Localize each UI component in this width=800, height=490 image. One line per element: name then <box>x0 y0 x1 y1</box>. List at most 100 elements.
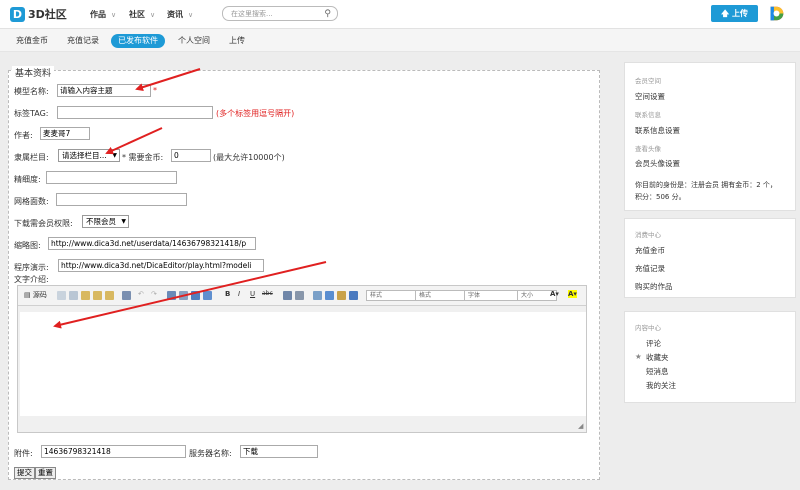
messages-link[interactable]: 短消息 <box>646 366 669 377</box>
following-link[interactable]: 我的关注 <box>646 380 676 391</box>
print-icon[interactable] <box>122 291 131 300</box>
editor-toolbar: ▤ 源码 ↶ ↷ B I U abc 样式 格式 字体 大小 A▾ A▾ <box>18 286 586 306</box>
table-icon[interactable] <box>283 291 292 300</box>
logo-text: 3D社区 <box>28 8 67 21</box>
dropdown-arrow-icon: ▼ <box>112 152 117 159</box>
underline-icon[interactable]: U <box>250 290 255 298</box>
fieldset-legend: 基本资料 <box>12 66 55 79</box>
find-icon[interactable] <box>167 291 176 300</box>
precision-input[interactable] <box>46 171 177 184</box>
consumption-heading: 消费中心 <box>635 231 661 239</box>
required-mark: * <box>153 86 157 95</box>
coins-hint: (最大允许10000个) <box>213 153 285 162</box>
italic-icon[interactable]: I <box>238 290 240 298</box>
faces-label: 网格面数: <box>14 197 49 206</box>
category-select-value: 请选择栏目... <box>62 151 107 160</box>
demo-input[interactable]: http://www.dica3d.net/DicaEditor/play.ht… <box>58 259 264 272</box>
editor-content-area[interactable] <box>20 312 586 416</box>
nav-community-label: 社区 <box>129 10 145 19</box>
demo-label: 程序演示: <box>14 263 49 272</box>
anchor-icon[interactable] <box>349 291 358 300</box>
paste-icon[interactable] <box>81 291 90 300</box>
tag-input[interactable] <box>57 106 213 119</box>
tab-bar: 充值金币 充值记录 已发布软件 个人空间 上传 <box>0 29 800 52</box>
upload-label: 上传 <box>732 9 749 18</box>
model-name-input[interactable]: 请输入内容主题 <box>57 84 151 97</box>
chevron-down-icon: ∨ <box>188 11 194 19</box>
tab-personal-space[interactable]: 个人空间 <box>178 34 210 48</box>
server-name-label: 服务器名称: <box>189 449 232 458</box>
text-color-icon[interactable]: A▾ <box>550 290 559 298</box>
content-heading: 内容中心 <box>635 324 661 332</box>
member-space-heading: 会员空间 <box>635 77 661 85</box>
nav-community[interactable]: 社区 ∨ <box>129 9 155 20</box>
comments-link[interactable]: 评论 <box>646 338 661 349</box>
horizontal-rule-icon[interactable] <box>295 291 304 300</box>
search-icon[interactable]: ⚲ <box>324 9 331 19</box>
background-color-icon[interactable]: A▾ <box>568 290 577 298</box>
font-combo[interactable]: 字体 <box>464 290 522 301</box>
thumbnail-input[interactable]: http://www.dica3d.net/userdata/146367983… <box>48 237 256 250</box>
tab-upload[interactable]: 上传 <box>229 34 245 48</box>
top-bar: D 3D社区 作品 ∨ 社区 ∨ 资讯 ∨ 在这里搜索... ⚲ 🡅 上传 <box>0 0 800 29</box>
nav-works[interactable]: 作品 ∨ <box>90 9 116 20</box>
remove-format-icon[interactable] <box>203 291 212 300</box>
cut-icon[interactable] <box>57 291 66 300</box>
resize-handle-icon[interactable]: ◢ <box>578 422 583 430</box>
permission-select[interactable]: 不限会员 ▼ <box>82 215 129 228</box>
purchased-works-link[interactable]: 购买的作品 <box>635 281 673 292</box>
redo-icon[interactable]: ↷ <box>151 290 157 298</box>
nav-works-label: 作品 <box>90 10 106 19</box>
tab-recharge-history[interactable]: 充值记录 <box>67 34 99 48</box>
copy-icon[interactable] <box>69 291 78 300</box>
server-name-input[interactable]: 下载 <box>240 445 318 458</box>
paste-text-icon[interactable] <box>93 291 102 300</box>
permission-label: 下载需会员权限: <box>14 219 73 228</box>
search-placeholder: 在这里搜索... <box>231 10 273 18</box>
upload-button[interactable]: 🡅 上传 <box>711 5 758 22</box>
member-status-line1: 你目前的身份是：注册会员 拥有金币：2 个， <box>635 181 777 189</box>
contact-settings-link[interactable]: 联系信息设置 <box>635 125 680 136</box>
space-settings-link[interactable]: 空间设置 <box>635 91 665 102</box>
chevron-down-icon: ∨ <box>111 11 117 19</box>
model-name-label: 模型名称: <box>14 87 49 96</box>
search-input[interactable]: 在这里搜索... ⚲ <box>222 6 338 21</box>
flash-icon[interactable] <box>325 291 334 300</box>
tab-published-software[interactable]: 已发布软件 <box>111 34 165 48</box>
content-center-card: 内容中心 评论 ★ 收藏夹 短消息 我的关注 <box>624 311 796 403</box>
thumbnail-label: 缩略图: <box>14 241 41 250</box>
strikethrough-icon[interactable]: abc <box>262 290 273 297</box>
faces-input[interactable] <box>56 193 187 206</box>
recharge-history-link[interactable]: 充值记录 <box>635 263 665 274</box>
member-status-line2: 积分：506 分。 <box>635 193 686 201</box>
bold-icon[interactable]: B <box>225 290 230 298</box>
author-label: 作者: <box>14 131 33 140</box>
paste-word-icon[interactable] <box>105 291 114 300</box>
image-icon[interactable] <box>313 291 322 300</box>
undo-icon[interactable]: ↶ <box>138 290 144 298</box>
format-combo-label: 格式 <box>419 292 432 299</box>
style-combo-label: 样式 <box>370 292 383 299</box>
recharge-link[interactable]: 充值金币 <box>635 245 665 256</box>
reset-button[interactable]: 重置 <box>35 467 56 479</box>
replace-icon[interactable] <box>179 291 188 300</box>
category-label: 隶属栏目: <box>14 153 49 162</box>
tab-recharge[interactable]: 充值金币 <box>16 34 48 48</box>
site-logo[interactable]: D 3D社区 <box>10 6 67 22</box>
smiley-icon[interactable] <box>337 291 346 300</box>
coins-input[interactable]: 0 <box>171 149 211 162</box>
brand-logo-icon[interactable] <box>768 5 785 22</box>
attachment-label: 附件: <box>14 449 33 458</box>
favorites-link[interactable]: 收藏夹 <box>646 352 669 363</box>
dropdown-arrow-icon: ▼ <box>121 218 126 225</box>
nav-news[interactable]: 资讯 ∨ <box>167 9 193 20</box>
logo-mark: D <box>10 6 25 22</box>
attachment-input[interactable]: 14636798321418 <box>41 445 186 458</box>
submit-button[interactable]: 提交 <box>14 467 35 479</box>
category-select[interactable]: 请选择栏目... ▼ <box>58 149 120 162</box>
avatar-settings-link[interactable]: 会员头像设置 <box>635 158 680 169</box>
source-button[interactable]: ▤ 源码 <box>24 290 47 300</box>
font-combo-label: 字体 <box>468 292 481 299</box>
select-all-icon[interactable] <box>191 291 200 300</box>
author-input[interactable]: 麦麦哥7 <box>40 127 90 140</box>
